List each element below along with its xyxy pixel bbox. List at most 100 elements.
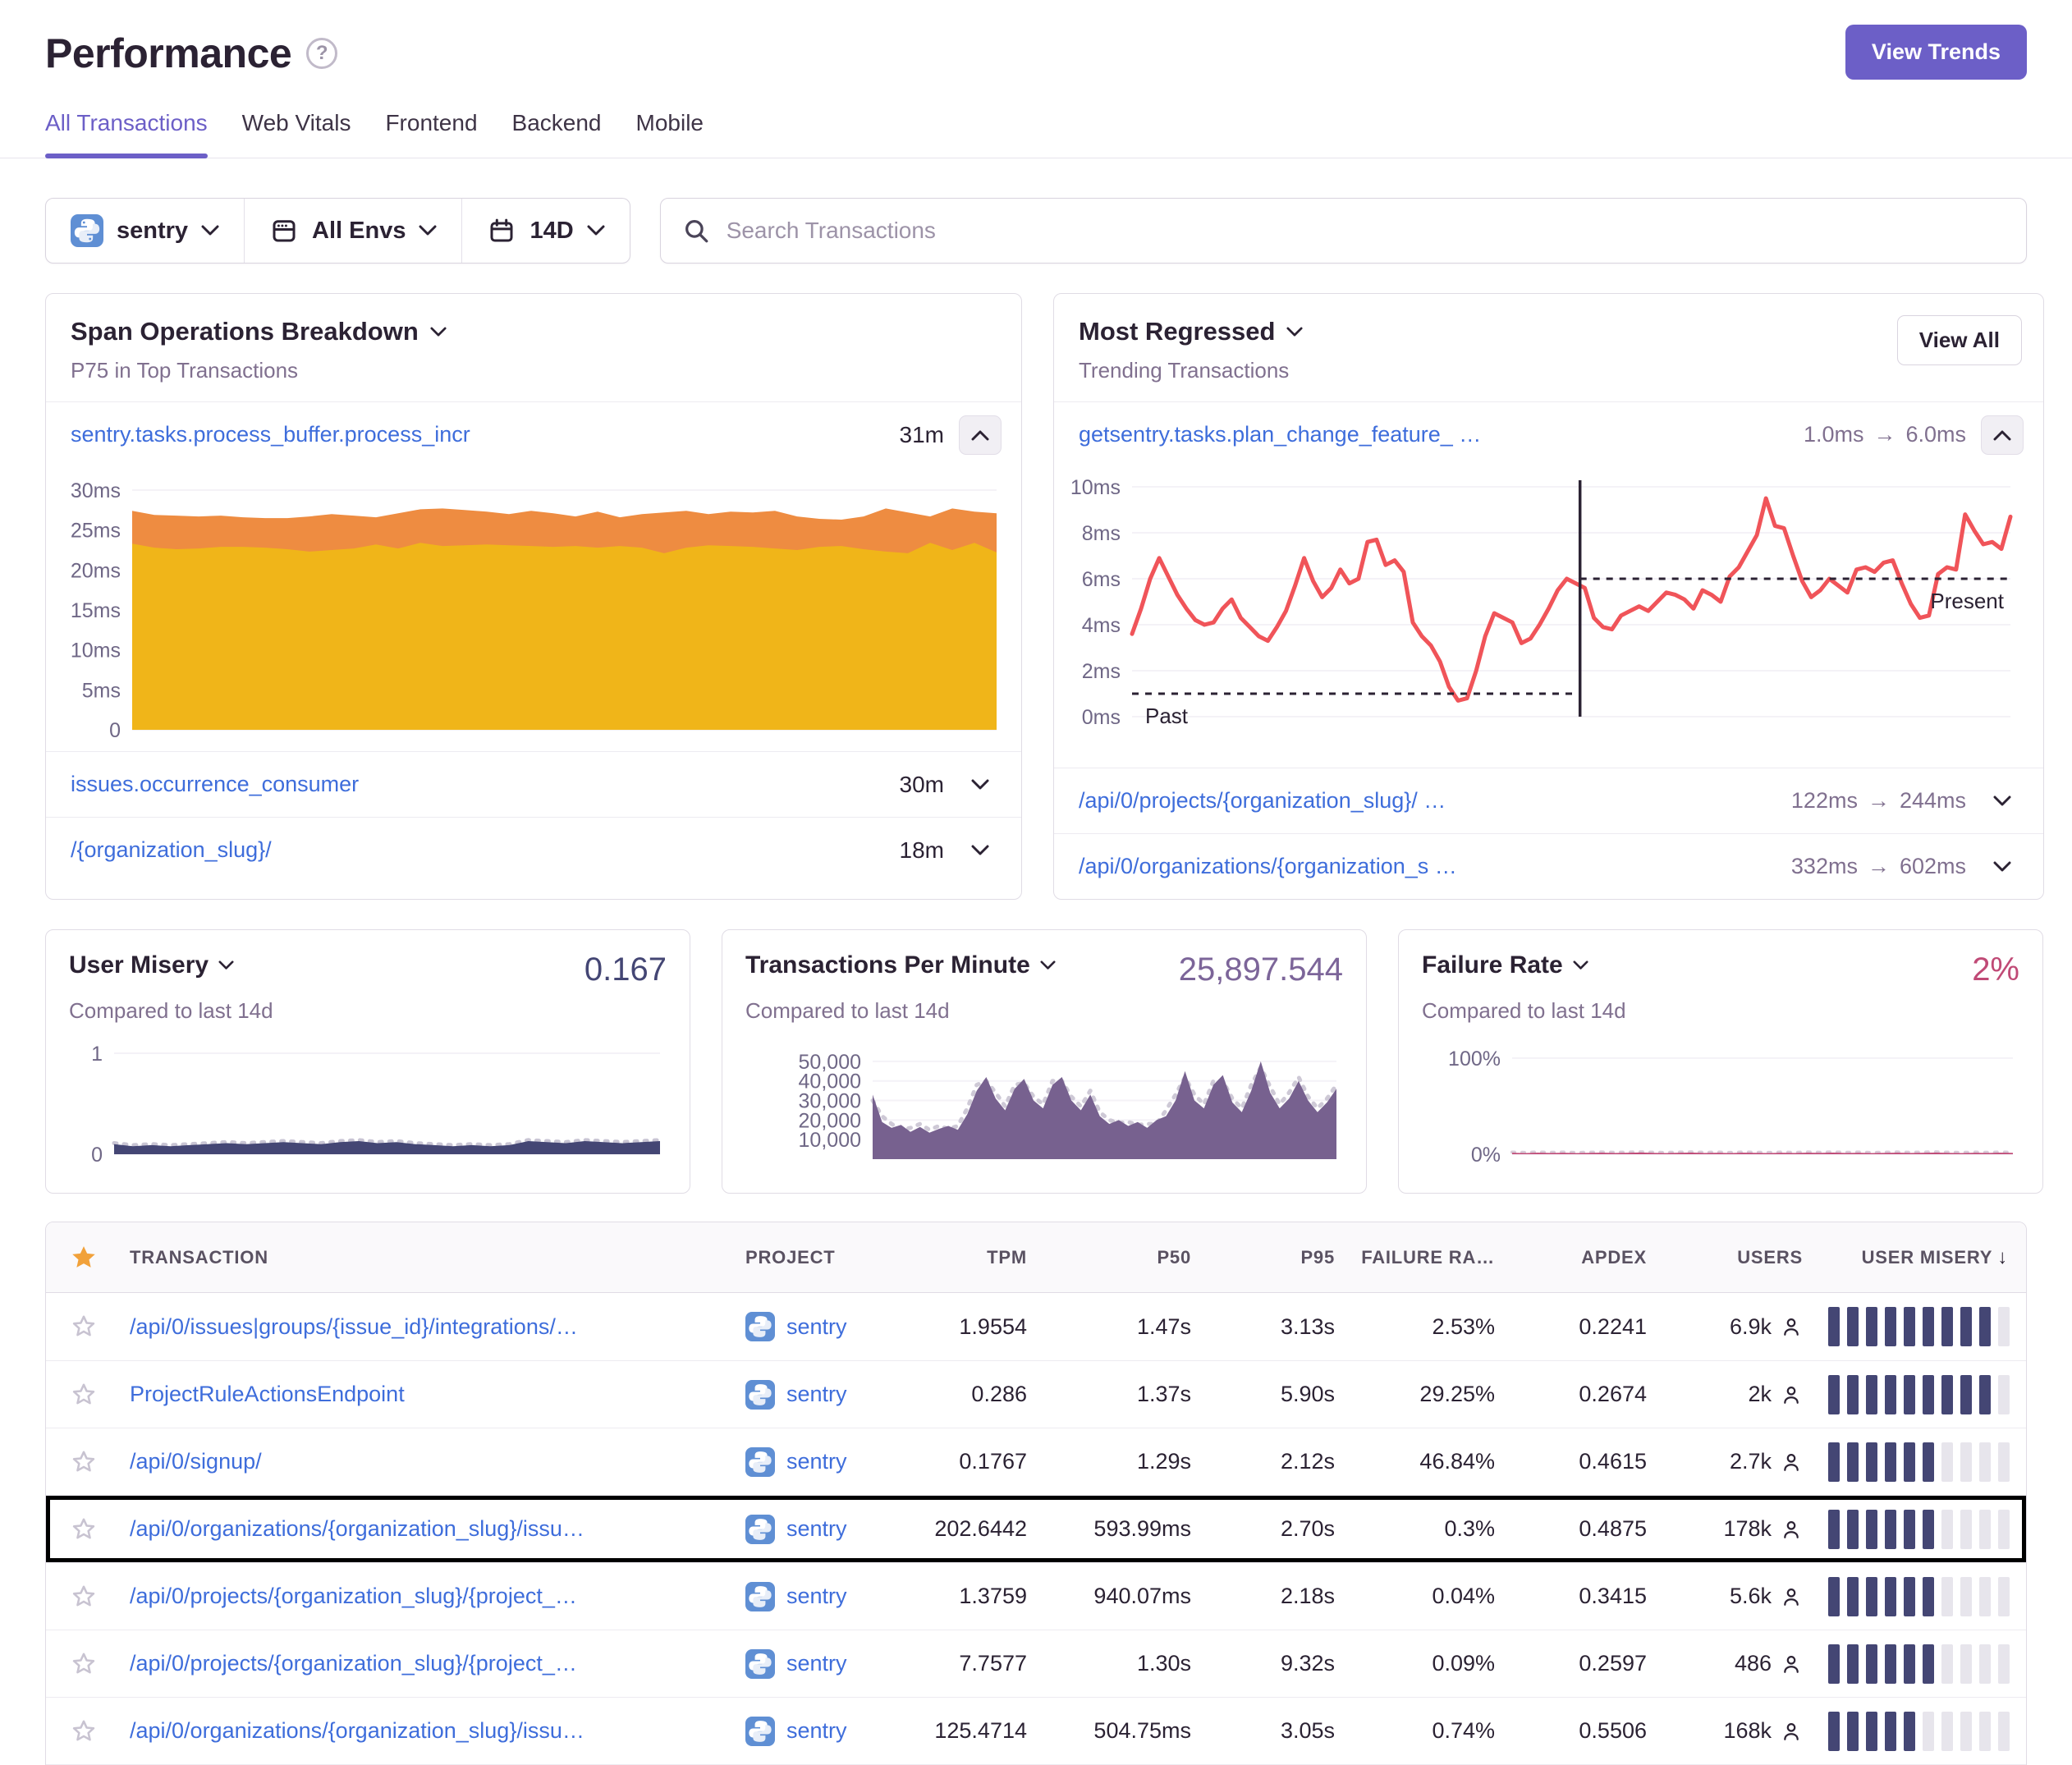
table-row[interactable]: /api/0/organizations/{organization_slug}…: [46, 1495, 2026, 1562]
span-op-link[interactable]: /{organization_slug}/: [71, 837, 272, 863]
project-link[interactable]: sentry: [786, 1584, 847, 1609]
transaction-link[interactable]: /api/0/projects/{organization_slug}/{pro…: [130, 1651, 577, 1676]
python-project-icon: [745, 1312, 775, 1341]
search-transactions-box[interactable]: [660, 198, 2027, 264]
user-misery-subtitle: Compared to last 14d: [69, 998, 667, 1024]
users-count: 178k: [1723, 1516, 1772, 1542]
table-header-row: TRANSACTION PROJECT TPM P50 P95 FAILURE …: [46, 1222, 2026, 1293]
span-ops-title-dropdown[interactable]: Span Operations Breakdown: [71, 317, 997, 346]
users-count: 2k: [1748, 1382, 1772, 1407]
page-header: Performance ? View Trends: [0, 0, 2072, 77]
user-misery-dropdown[interactable]: User Misery: [69, 951, 234, 979]
column-header-transaction[interactable]: TRANSACTION: [121, 1247, 737, 1268]
star-outline-icon[interactable]: [70, 1717, 98, 1745]
expand-toggle-button[interactable]: [1981, 782, 2024, 821]
column-header-tpm[interactable]: TPM: [914, 1247, 1045, 1268]
star-outline-icon[interactable]: [70, 1313, 98, 1341]
column-header-p95[interactable]: P95: [1209, 1247, 1353, 1268]
regressed-transaction-link[interactable]: getsentry.tasks.plan_change_feature_ …: [1079, 422, 1481, 447]
regressed-transaction-link[interactable]: /api/0/projects/{organization_slug}/ …: [1079, 788, 1446, 814]
tpm-subtitle: Compared to last 14d: [745, 998, 1343, 1024]
calendar-icon: [487, 216, 516, 245]
filter-bar: sentry All Envs 14D: [0, 158, 2072, 264]
search-input[interactable]: [727, 218, 2005, 244]
project-link[interactable]: sentry: [786, 1382, 847, 1407]
arrow-right-icon: →: [1868, 854, 1890, 879]
star-outline-icon[interactable]: [70, 1448, 98, 1476]
table-row[interactable]: /api/0/issues|groups/{issue_id}/integrat…: [46, 1293, 2026, 1360]
tab-bar: All Transactions Web Vitals Frontend Bac…: [0, 77, 2072, 158]
star-outline-icon[interactable]: [70, 1650, 98, 1678]
span-ops-chart: 30ms25ms20ms15ms10ms5ms0: [46, 467, 1021, 751]
column-header-users[interactable]: USERS: [1665, 1247, 1821, 1268]
failure-rate-dropdown[interactable]: Failure Rate: [1422, 951, 1588, 979]
table-row[interactable]: /api/0/organizations/{organization_slug}…: [46, 1697, 2026, 1764]
p50-value: 1.30s: [1045, 1651, 1209, 1676]
star-outline-icon[interactable]: [70, 1381, 98, 1409]
tab-backend[interactable]: Backend: [512, 110, 602, 158]
collapse-toggle-button[interactable]: [1981, 415, 2024, 455]
tab-mobile[interactable]: Mobile: [636, 110, 704, 158]
project-link[interactable]: sentry: [786, 1718, 847, 1744]
column-header-failure-rate[interactable]: FAILURE RA…: [1353, 1247, 1513, 1268]
span-op-link[interactable]: issues.occurrence_consumer: [71, 772, 359, 797]
chevron-down-icon: [1993, 795, 2011, 807]
transaction-link[interactable]: ProjectRuleActionsEndpoint: [130, 1382, 405, 1406]
project-selector[interactable]: sentry: [46, 199, 244, 263]
project-link[interactable]: sentry: [786, 1314, 847, 1340]
date-range-selector[interactable]: 14D: [461, 199, 629, 263]
span-op-link[interactable]: sentry.tasks.process_buffer.process_incr: [71, 422, 470, 447]
svg-text:10ms: 10ms: [71, 640, 121, 662]
star-outline-icon[interactable]: [70, 1515, 98, 1543]
most-regressed-title-dropdown[interactable]: Most Regressed: [1079, 317, 2019, 346]
svg-text:5ms: 5ms: [82, 679, 121, 702]
svg-text:20ms: 20ms: [71, 559, 121, 582]
help-icon[interactable]: ?: [306, 38, 337, 69]
column-header-project[interactable]: PROJECT: [737, 1247, 914, 1268]
transaction-link[interactable]: /api/0/signup/: [130, 1449, 262, 1474]
transaction-link[interactable]: /api/0/issues|groups/{issue_id}/integrat…: [130, 1314, 578, 1339]
collapse-toggle-button[interactable]: [959, 415, 1002, 455]
table-row[interactable]: /api/0/projects/{organization_slug}/{pro…: [46, 1630, 2026, 1697]
table-row[interactable]: /api/0/signup/ sentry 0.1767 1.29s 2.12s…: [46, 1428, 2026, 1495]
svg-text:4ms: 4ms: [1082, 614, 1121, 637]
chevron-up-icon: [971, 429, 989, 441]
expand-toggle-button[interactable]: [1981, 847, 2024, 887]
environment-selector[interactable]: All Envs: [244, 199, 461, 263]
transaction-link[interactable]: /api/0/projects/{organization_slug}/{pro…: [130, 1584, 577, 1608]
regressed-transaction-link[interactable]: /api/0/organizations/{organization_s …: [1079, 854, 1457, 879]
star-outline-icon[interactable]: [70, 1583, 98, 1611]
column-header-p50[interactable]: P50: [1045, 1247, 1209, 1268]
date-range-selector-label: 14D: [529, 218, 573, 245]
svg-text:10ms: 10ms: [1070, 476, 1121, 499]
p95-value: 2.18s: [1209, 1584, 1353, 1609]
tpm-value: 0.286: [914, 1382, 1045, 1407]
transactions-table: TRANSACTION PROJECT TPM P50 P95 FAILURE …: [45, 1222, 2027, 1765]
transaction-link[interactable]: /api/0/organizations/{organization_slug}…: [130, 1718, 584, 1743]
column-header-user-misery[interactable]: USER MISERY↓: [1821, 1246, 2026, 1269]
column-header-apdex[interactable]: APDEX: [1513, 1247, 1665, 1268]
chevron-down-icon: [971, 779, 989, 791]
p50-value: 940.07ms: [1045, 1584, 1209, 1609]
tab-web-vitals[interactable]: Web Vitals: [242, 110, 351, 158]
expand-toggle-button[interactable]: [959, 831, 1002, 870]
user-misery-bars: [1828, 1307, 2010, 1346]
view-all-button[interactable]: View All: [1897, 315, 2022, 365]
tpm-value: 25,897.544: [1179, 951, 1343, 988]
user-icon: [1780, 1383, 1803, 1406]
svg-text:0ms: 0ms: [1082, 706, 1121, 729]
table-row[interactable]: ProjectRuleActionsEndpoint sentry 0.286 …: [46, 1360, 2026, 1428]
tab-all-transactions[interactable]: All Transactions: [45, 110, 208, 158]
table-row[interactable]: /api/0/projects/{organization_slug}/{pro…: [46, 1562, 2026, 1630]
expand-toggle-button[interactable]: [959, 765, 1002, 805]
project-link[interactable]: sentry: [786, 1516, 847, 1542]
view-trends-button[interactable]: View Trends: [1845, 25, 2027, 80]
user-misery-bars: [1828, 1375, 2010, 1414]
project-link[interactable]: sentry: [786, 1651, 847, 1676]
tpm-dropdown[interactable]: Transactions Per Minute: [745, 951, 1056, 979]
project-link[interactable]: sentry: [786, 1449, 847, 1474]
tab-frontend[interactable]: Frontend: [385, 110, 477, 158]
apdex-value: 0.3415: [1513, 1584, 1665, 1609]
star-column-header[interactable]: [46, 1244, 121, 1272]
transaction-link[interactable]: /api/0/organizations/{organization_slug}…: [130, 1516, 584, 1541]
